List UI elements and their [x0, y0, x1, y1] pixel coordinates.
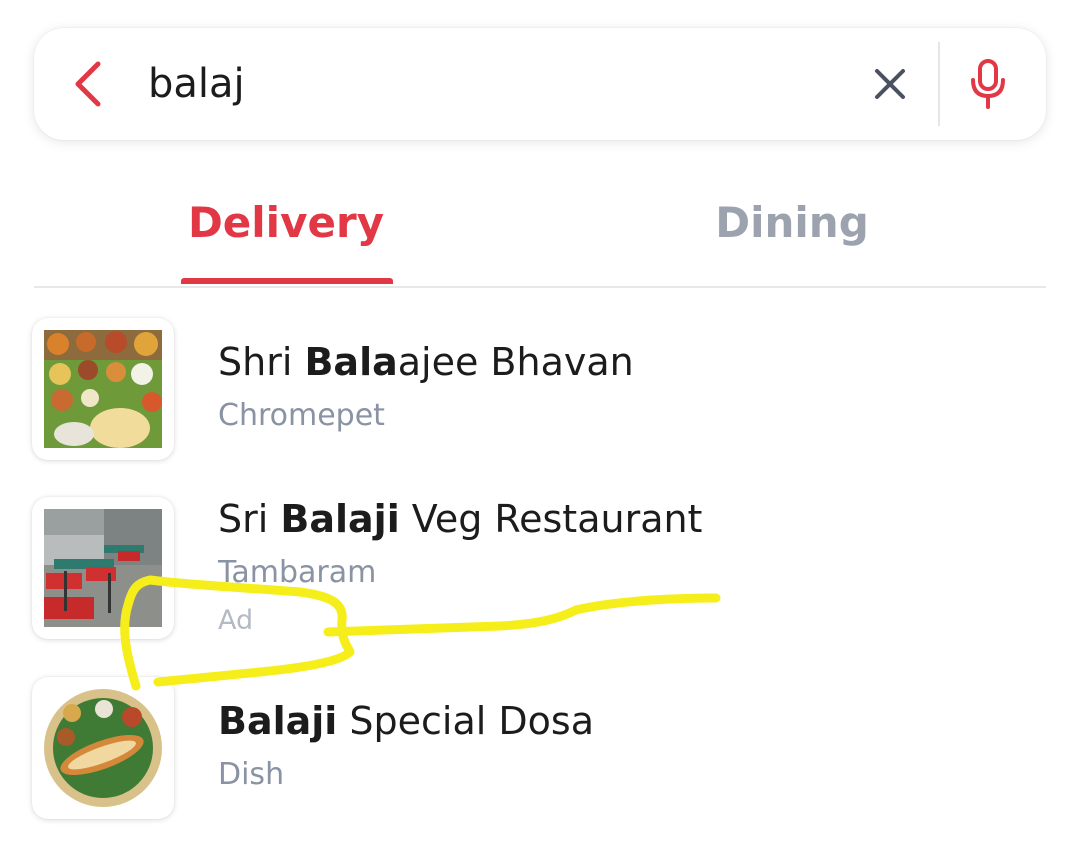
search-bar: [34, 28, 1046, 140]
result-title: Balaji Special Dosa: [218, 699, 594, 743]
result-type: Dish: [218, 757, 285, 792]
result-item[interactable]: Shri Balaajee Bhavan Chromepet: [0, 318, 1080, 468]
active-tab-indicator: [181, 278, 393, 284]
food-thali-image: [44, 330, 162, 448]
ad-label: Ad: [218, 605, 254, 636]
microphone-icon[interactable]: [968, 58, 1008, 110]
chevron-left-icon[interactable]: [68, 58, 108, 110]
result-title: Sri Balaji Veg Restaurant: [218, 497, 703, 541]
result-thumbnail: [32, 677, 174, 819]
close-icon[interactable]: [872, 66, 908, 102]
tab-delivery[interactable]: Delivery: [180, 180, 392, 284]
result-thumbnail: [32, 318, 174, 460]
result-location: Chromepet: [218, 398, 385, 433]
restaurant-interior-image: [44, 509, 162, 627]
result-title: Shri Balaajee Bhavan: [218, 340, 634, 384]
dosa-dish-image: [44, 689, 162, 807]
tab-dining[interactable]: Dining: [690, 180, 894, 284]
result-item[interactable]: Balaji Special Dosa Dish: [0, 677, 1080, 827]
search-divider: [938, 42, 940, 126]
result-item[interactable]: Sri Balaji Veg Restaurant Tambaram Ad: [0, 497, 1080, 647]
result-location: Tambaram: [218, 555, 377, 590]
result-thumbnail: [32, 497, 174, 639]
search-input[interactable]: [148, 52, 708, 116]
tab-bar: Delivery Dining: [34, 180, 1046, 288]
